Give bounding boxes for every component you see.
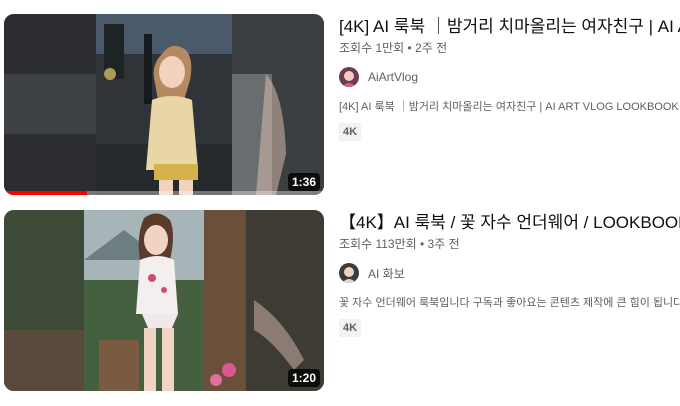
video-meta: 【4K】AI 룩북 / 꽃 자수 언더웨어 / LOOKBOOK 조회수 113…	[339, 210, 680, 392]
video-title[interactable]: 【4K】AI 룩북 / 꽃 자수 언더웨어 / LOOKBOOK	[339, 212, 680, 234]
channel-link[interactable]: AiArtVlog	[339, 66, 418, 88]
thumbnail-image	[4, 210, 324, 391]
video-description: [4K] AI 룩북 ｜밤거리 치마올리는 여자친구 | AI ART VLOG…	[339, 101, 680, 113]
search-results: 1:36 [4K] AI 룩북 ｜밤거리 치마올리는 여자친구 | AI ART…	[0, 0, 680, 406]
video-title[interactable]: [4K] AI 룩북 ｜밤거리 치마올리는 여자친구 | AI ART VLOG…	[339, 16, 680, 38]
quality-badge: 4K	[339, 123, 362, 141]
watch-progress-track	[4, 191, 324, 195]
channel-name[interactable]: AiArtVlog	[368, 70, 418, 84]
thumbnail-image	[4, 14, 324, 195]
channel-link[interactable]: AI 화보	[339, 262, 405, 284]
channel-name[interactable]: AI 화보	[368, 265, 405, 282]
video-result: 1:20 【4K】AI 룩북 / 꽃 자수 언더웨어 / LOOKBOOK 조회…	[0, 210, 680, 392]
video-duration: 1:20	[287, 369, 320, 387]
quality-badge: 4K	[339, 319, 362, 337]
video-result: 1:36 [4K] AI 룩북 ｜밤거리 치마올리는 여자친구 | AI ART…	[0, 14, 680, 196]
video-duration: 1:36	[287, 173, 320, 191]
channel-avatar[interactable]	[339, 67, 359, 87]
watch-progress-fill	[4, 191, 88, 195]
video-thumbnail[interactable]: 1:36	[4, 14, 324, 195]
video-description: 꽃 자수 언더웨어 룩북입니다 구독과 좋아요는 콘텐츠 제작에 큰 힘이 됩니…	[339, 297, 680, 309]
video-meta: [4K] AI 룩북 ｜밤거리 치마올리는 여자친구 | AI ART VLOG…	[339, 14, 680, 196]
video-thumbnail[interactable]: 1:20	[4, 210, 324, 391]
video-stats: 조회수 1만회 • 2주 전	[339, 41, 448, 55]
video-stats: 조회수 113만회 • 3주 전	[339, 237, 460, 251]
channel-avatar[interactable]	[339, 263, 359, 283]
